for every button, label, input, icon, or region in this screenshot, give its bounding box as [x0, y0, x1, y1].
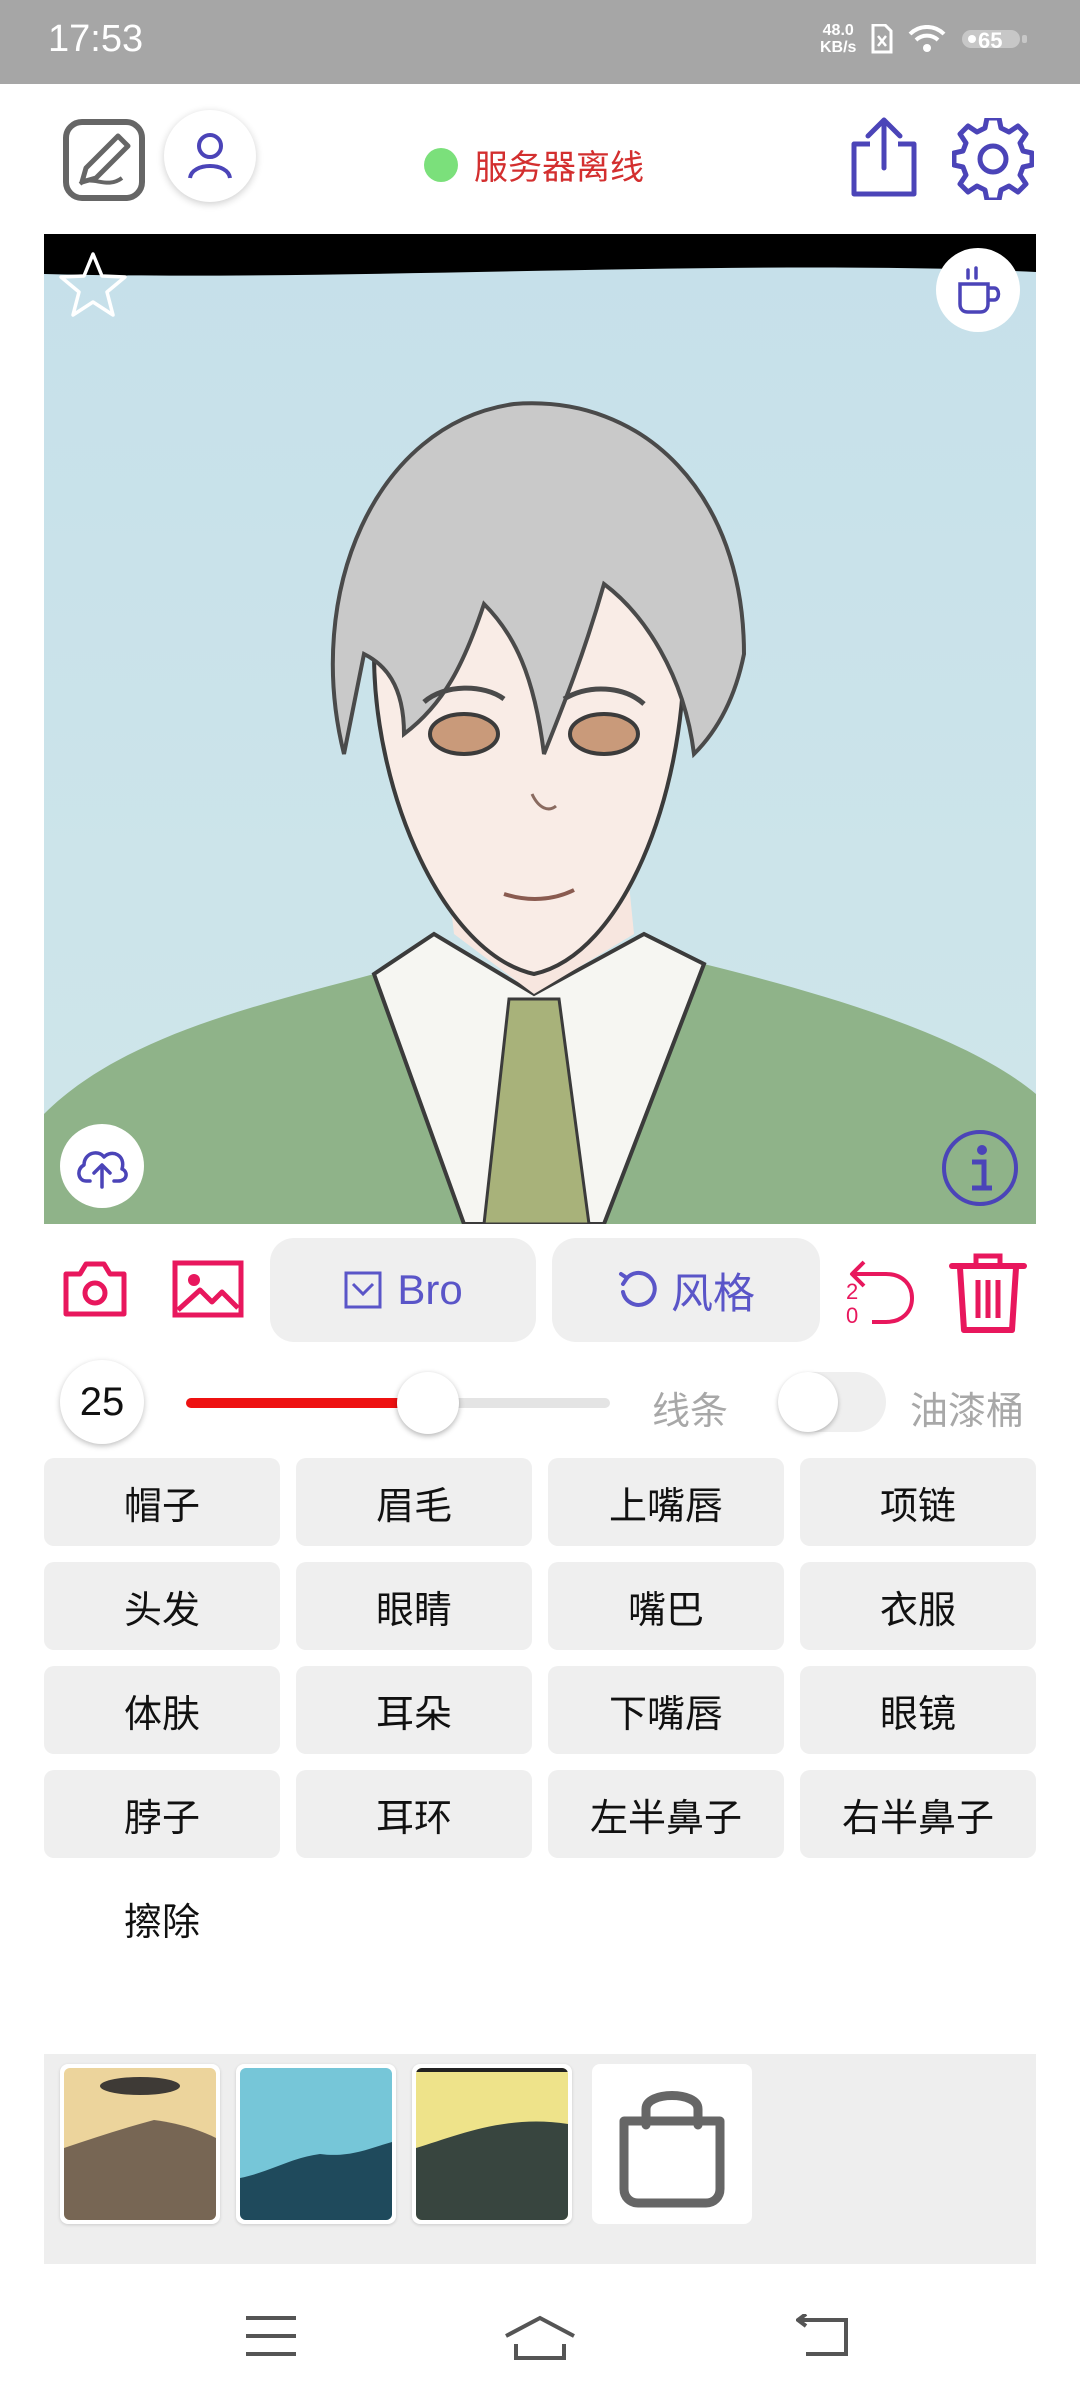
part-button-clothes[interactable]: 衣服	[800, 1562, 1036, 1650]
camera-button[interactable]	[62, 1260, 128, 1323]
home-icon	[505, 2315, 575, 2360]
part-button-hat[interactable]: 帽子	[44, 1458, 280, 1546]
star-icon	[59, 252, 127, 317]
nav-back-button[interactable]	[794, 2312, 850, 2363]
bro-label: Bro	[397, 1266, 463, 1313]
part-button-eyebrows[interactable]: 眉毛	[296, 1458, 532, 1546]
network-speed-unit: KB/s	[820, 39, 857, 56]
part-button-mouth[interactable]: 嘴巴	[548, 1562, 784, 1650]
share-icon	[851, 117, 917, 197]
image-icon	[172, 1260, 244, 1318]
part-button-skin[interactable]: 体肤	[44, 1666, 280, 1754]
delete-button[interactable]	[948, 1250, 1028, 1339]
style-tray	[44, 2054, 1036, 2264]
nav-menu-button[interactable]	[244, 2314, 298, 2363]
menu-icon	[246, 2316, 296, 2356]
part-button-erase[interactable]: 擦除	[44, 1874, 280, 1962]
battery-level: 65	[978, 28, 1003, 53]
checkbox-icon	[344, 1271, 382, 1309]
brush-size-slider-fill	[186, 1398, 428, 1408]
account-button[interactable]	[164, 110, 256, 202]
server-status-text: 服务器离线	[474, 149, 644, 187]
server-status-dot	[424, 147, 458, 182]
tool-row: Bro 风格 20	[0, 1238, 1080, 1348]
back-icon	[794, 2312, 848, 2356]
sim-card-icon	[871, 24, 893, 54]
part-button-upper-lip[interactable]: 上嘴唇	[548, 1458, 784, 1546]
style-thumbnail-1-image	[64, 2068, 216, 2220]
style-thumbnail-1[interactable]	[60, 2064, 220, 2224]
gear-icon	[951, 115, 1035, 203]
edit-pen-icon	[63, 119, 145, 201]
info-icon	[942, 1130, 1018, 1206]
part-button-right-nose[interactable]: 右半鼻子	[800, 1770, 1036, 1858]
part-button-neck[interactable]: 脖子	[44, 1770, 280, 1858]
part-button-eyes[interactable]: 眼睛	[296, 1562, 532, 1650]
brush-size-slider-thumb[interactable]	[396, 1372, 459, 1434]
info-button[interactable]	[940, 1128, 1020, 1213]
cloud-upload-icon	[77, 1151, 128, 1189]
coffee-button[interactable]	[936, 248, 1020, 332]
paint-bucket-toggle[interactable]	[778, 1372, 886, 1432]
style-thumbnail-3-image	[416, 2068, 568, 2220]
camera-icon	[63, 1261, 127, 1317]
brush-controls: 25 线条 油漆桶	[0, 1360, 1080, 1446]
brush-size-value: 25	[60, 1360, 144, 1444]
share-button[interactable]	[848, 114, 920, 205]
style-thumbnail-2-image	[240, 2068, 392, 2220]
gallery-button[interactable]	[172, 1260, 244, 1323]
bro-button[interactable]: Bro	[270, 1238, 536, 1342]
style-label: 风格	[670, 1269, 755, 1317]
trash-icon	[949, 1253, 1027, 1333]
part-button-necklace[interactable]: 项链	[800, 1458, 1036, 1546]
drawing-canvas[interactable]	[44, 234, 1036, 1224]
nav-home-button[interactable]	[504, 2314, 576, 2367]
shopping-bag-icon	[619, 2091, 725, 2208]
part-button-left-nose[interactable]: 左半鼻子	[548, 1770, 784, 1858]
style-button[interactable]: 风格	[552, 1238, 820, 1342]
undo-button[interactable]: 20	[842, 1254, 918, 1334]
part-button-ears[interactable]: 耳朵	[296, 1666, 532, 1754]
part-grid: 帽子 眉毛 上嘴唇 项链 头发 眼睛 嘴巴 衣服 体肤 耳朵 下嘴唇 眼镜 脖子…	[44, 1458, 1036, 1962]
style-thumbnail-3[interactable]	[412, 2064, 572, 2224]
part-button-lower-lip[interactable]: 下嘴唇	[548, 1666, 784, 1754]
user-icon	[188, 133, 232, 179]
status-time: 17:53	[48, 18, 144, 60]
undo-count: 20	[846, 1279, 859, 1328]
system-nav-bar	[0, 2290, 1080, 2408]
server-status: 服务器离线	[424, 140, 644, 189]
style-shop-button[interactable]	[592, 2064, 752, 2224]
edit-canvas-button[interactable]	[62, 118, 146, 207]
paint-bucket-toggle-knob	[778, 1372, 838, 1432]
upload-button[interactable]	[60, 1124, 144, 1208]
favorite-button[interactable]	[58, 250, 128, 325]
refresh-icon	[618, 1270, 657, 1307]
style-thumbnail-2[interactable]	[236, 2064, 396, 2224]
settings-button[interactable]	[951, 115, 1035, 205]
part-button-hair[interactable]: 头发	[44, 1562, 280, 1650]
generated-portrait-image	[44, 234, 1036, 1224]
part-button-earrings[interactable]: 耳环	[296, 1770, 532, 1858]
top-toolbar: 服务器离线	[0, 84, 1080, 234]
network-speed: 48.0 KB/s	[820, 22, 856, 56]
line-mode-label: 线条	[652, 1391, 729, 1433]
status-bar: 17:53 48.0 KB/s 65	[0, 0, 1080, 84]
status-icons	[870, 24, 1030, 54]
wifi-icon	[908, 25, 946, 52]
paint-bucket-label: 油漆桶	[910, 1391, 1025, 1433]
coffee-cup-icon	[958, 266, 1001, 314]
brush-size-slider[interactable]	[186, 1372, 610, 1434]
part-button-glasses[interactable]: 眼镜	[800, 1666, 1036, 1754]
network-speed-value: 48.0	[822, 22, 854, 39]
